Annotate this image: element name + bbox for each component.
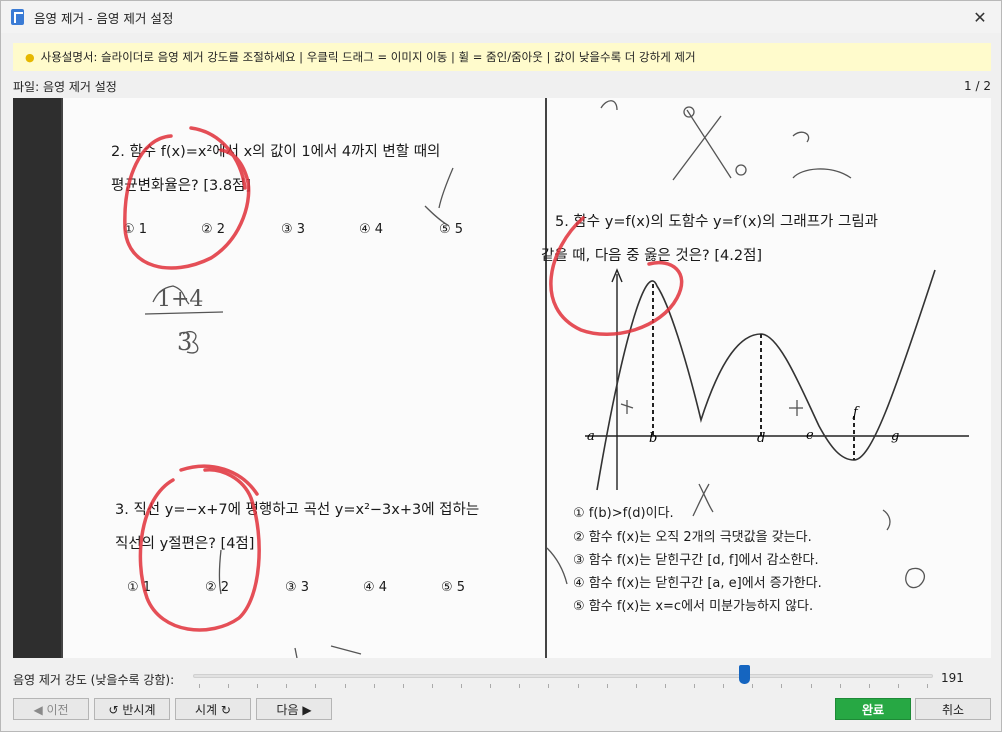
- pencil-marks: [144, 100, 925, 658]
- label-b: b: [649, 431, 657, 446]
- slider-tick: [897, 684, 899, 688]
- scan-shadow-strip: [13, 98, 61, 658]
- window-title: 음영 제거 - 음영 제거 설정: [34, 10, 174, 26]
- strength-slider-value: 191: [941, 671, 964, 685]
- slider-tick: [228, 684, 230, 688]
- cancel-button[interactable]: 취소: [915, 698, 991, 720]
- slider-tick: [577, 684, 579, 688]
- scanned-page: 2. 함수 f(x)=x²에서 x의 값이 1에서 4까지 변할 때의 평균변화…: [61, 98, 991, 658]
- slider-tick: [664, 684, 666, 688]
- slider-tick: [752, 684, 754, 688]
- slider-tick: [635, 684, 637, 688]
- app-icon: [11, 9, 24, 25]
- lightbulb-icon: ●: [25, 50, 35, 64]
- close-icon[interactable]: ✕: [969, 6, 991, 28]
- prev-button[interactable]: ◀ 이전: [13, 698, 89, 720]
- slider-tick: [519, 684, 521, 688]
- label-d: d: [757, 431, 765, 446]
- slider-tick: [315, 684, 317, 688]
- slider-tick: [723, 684, 725, 688]
- slider-tick: [606, 684, 608, 688]
- image-preview[interactable]: 2. 함수 f(x)=x²에서 x의 값이 1에서 4까지 변할 때의 평균변화…: [13, 98, 991, 658]
- slider-tick: [868, 684, 870, 688]
- strength-slider-thumb[interactable]: [739, 665, 751, 684]
- title-bar: 음영 제거 - 음영 제거 설정 ✕: [1, 1, 1001, 33]
- slider-tick: [781, 684, 783, 688]
- dialog-window: 음영 제거 - 음영 제거 설정 ✕ ● 사용설명서: 슬라이더로 음영 제거 …: [0, 0, 1002, 732]
- red-pen-marks: [123, 126, 684, 632]
- slider-tick: [927, 684, 928, 688]
- slider-tick: [402, 684, 404, 688]
- graph-and-annotations: a b d e f g 1+4 3: [123, 100, 969, 658]
- label-g: g: [891, 429, 899, 444]
- usage-tip-text: 사용설명서: 슬라이더로 음영 제거 강도를 조절하세요 | 우클릭 드래그 =…: [40, 50, 696, 64]
- handwritten-fraction-top: 1+4: [157, 287, 203, 312]
- page-indicator: 1 / 2: [964, 79, 991, 93]
- slider-tick: [431, 684, 433, 688]
- file-label: 파일: 음영 제거 설정: [13, 79, 117, 94]
- slider-tick: [694, 684, 696, 688]
- slider-tick: [810, 684, 812, 688]
- slider-tick: [461, 684, 463, 688]
- label-a: a: [587, 429, 595, 444]
- slider-tick: [490, 684, 492, 688]
- label-f: f: [852, 405, 860, 420]
- slider-tick: [286, 684, 288, 688]
- strength-slider-track[interactable]: [193, 674, 933, 678]
- rotate-ccw-button[interactable]: ↺ 반시계: [94, 698, 170, 720]
- rotate-cw-button[interactable]: 시계 ↻: [175, 698, 251, 720]
- strength-slider-label: 음영 제거 강도 (낮을수록 강함):: [13, 673, 175, 687]
- derivative-curve: [596, 269, 936, 491]
- slider-tick: [199, 684, 200, 688]
- file-info-bar: 파일: 음영 제거 설정 1 / 2: [13, 77, 991, 95]
- label-e: e: [806, 428, 814, 443]
- done-button[interactable]: 완료: [835, 698, 911, 720]
- slider-tick: [344, 684, 346, 688]
- usage-tip-bar: ● 사용설명서: 슬라이더로 음영 제거 강도를 조절하세요 | 우클릭 드래그…: [13, 43, 991, 71]
- handwritten-fraction-bottom: 3: [177, 328, 192, 356]
- slider-tick: [839, 684, 841, 688]
- slider-tick: [257, 684, 259, 688]
- slider-tick: [548, 684, 550, 688]
- next-button[interactable]: 다음 ▶: [256, 698, 332, 720]
- slider-tick: [373, 684, 375, 688]
